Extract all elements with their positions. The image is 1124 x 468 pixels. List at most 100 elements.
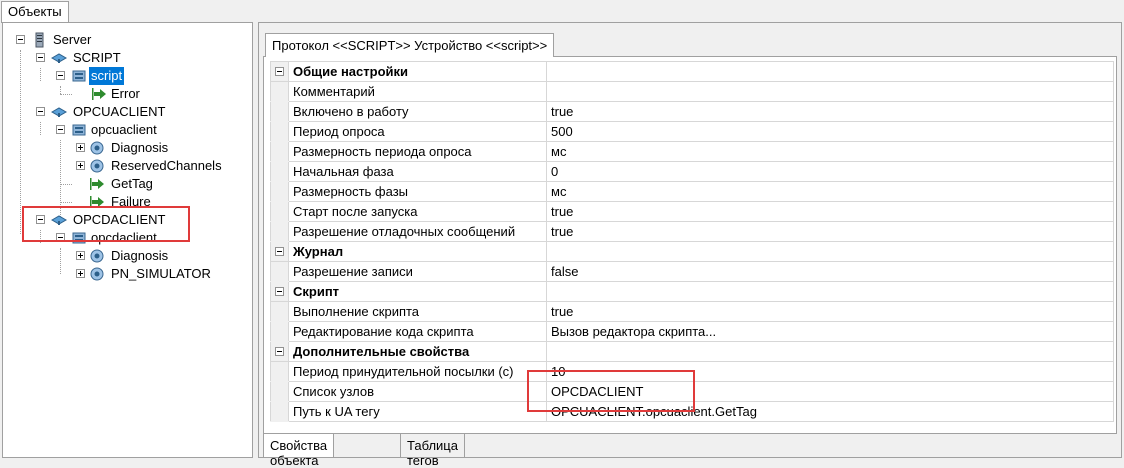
property-value[interactable]: true xyxy=(546,101,1114,122)
property-value[interactable]: Вызов редактора скрипта... xyxy=(546,321,1114,342)
tree-item-tag-gettag[interactable]: GetTag xyxy=(3,175,243,193)
property-grid-container: Общие настройки Комментарий Включено в раб… xyxy=(263,56,1117,434)
row-gutter xyxy=(270,161,289,182)
tree-item-group-reservedchannels[interactable]: ReservedChannels xyxy=(3,157,243,175)
property-value[interactable]: true xyxy=(546,301,1114,322)
property-category-name: Скрипт xyxy=(288,281,547,302)
tree-item-protocol-script[interactable]: SCRIPT xyxy=(3,49,243,67)
row-gutter xyxy=(270,261,289,282)
property-row[interactable]: Путь к UA тегу OPCUACLIENT.opcuaclient.Ge… xyxy=(270,401,1114,422)
tag-arrow-icon xyxy=(90,178,104,190)
property-category-row[interactable]: Дополнительные свойства xyxy=(270,341,1114,362)
tree-item-label: Failure xyxy=(111,194,151,209)
tree-item-label: PN_SIMULATOR xyxy=(111,266,211,281)
collapse-toggle[interactable] xyxy=(275,347,284,356)
tree-item-label: ReservedChannels xyxy=(111,158,222,173)
collapse-toggle[interactable] xyxy=(275,67,284,76)
row-gutter xyxy=(270,301,289,322)
tab-objects[interactable]: Объекты xyxy=(1,1,69,23)
property-row[interactable]: Размерность периода опроса мс xyxy=(270,141,1114,162)
collapse-toggle[interactable] xyxy=(275,247,284,256)
property-value[interactable]: OPCUACLIENT.opcuaclient.GetTag xyxy=(546,401,1114,422)
property-value[interactable]: true xyxy=(546,201,1114,222)
property-category-row[interactable]: Общие настройки xyxy=(270,61,1114,82)
collapse-toggle[interactable] xyxy=(36,107,45,116)
tree-item-label: opcuaclient xyxy=(91,122,157,137)
property-name: Разрешение отладочных сообщений xyxy=(288,221,547,242)
property-value[interactable]: true xyxy=(546,221,1114,242)
tag-arrow-icon xyxy=(90,196,104,208)
row-gutter xyxy=(270,321,289,342)
collapse-toggle[interactable] xyxy=(56,71,65,80)
row-gutter xyxy=(270,241,289,262)
property-row[interactable]: Начальная фаза 0 xyxy=(270,161,1114,182)
property-name: Начальная фаза xyxy=(288,161,547,182)
property-value[interactable]: 500 xyxy=(546,121,1114,142)
tab-protocol-device[interactable]: Протокол <<SCRIPT>> Устройство <<script>… xyxy=(265,33,555,57)
object-tree: Server SCRIPT script Error OPCUACLIENT o… xyxy=(3,23,252,457)
property-value[interactable]: 0 xyxy=(546,161,1114,182)
tree-item-label: OPCDACLIENT xyxy=(73,212,166,227)
property-row[interactable]: Выполнение скрипта true xyxy=(270,301,1114,322)
device-icon xyxy=(72,70,86,82)
property-row[interactable]: Комментарий xyxy=(270,81,1114,102)
tab-tag-table[interactable]: Таблица тегов xyxy=(400,434,465,468)
tree-item-tag-error[interactable]: Error xyxy=(3,85,243,103)
collapse-toggle[interactable] xyxy=(275,287,284,296)
expand-toggle[interactable] xyxy=(76,269,85,278)
expand-toggle[interactable] xyxy=(76,251,85,260)
collapse-toggle[interactable] xyxy=(16,35,25,44)
tree-item-group-diagnosis[interactable]: Diagnosis xyxy=(3,139,243,157)
property-category-row[interactable]: Журнал xyxy=(270,241,1114,262)
tree-item-label: Diagnosis xyxy=(111,248,169,263)
tree-item-server[interactable]: Server xyxy=(3,31,243,49)
property-row[interactable]: Список узлов OPCDACLIENT xyxy=(270,381,1114,402)
tree-item-device-opcuaclient[interactable]: opcuaclient xyxy=(3,121,243,139)
tag-group-icon xyxy=(90,159,104,173)
property-value[interactable]: 10 xyxy=(546,361,1114,382)
collapse-toggle[interactable] xyxy=(56,125,65,134)
property-value xyxy=(546,241,1114,262)
tree-item-group-diagnosis[interactable]: Diagnosis xyxy=(3,247,243,265)
expand-toggle[interactable] xyxy=(76,161,85,170)
property-row[interactable]: Разрешение отладочных сообщений true xyxy=(270,221,1114,242)
expand-toggle[interactable] xyxy=(76,143,85,152)
tab-object-properties[interactable]: Свойства объекта xyxy=(263,434,335,468)
property-row[interactable]: Старт после запуска true xyxy=(270,201,1114,222)
tree-item-protocol-opcdaclient[interactable]: OPCDACLIENT xyxy=(3,211,243,229)
property-row[interactable]: Размерность фазы мс xyxy=(270,181,1114,202)
property-name: Разрешение записи xyxy=(288,261,547,282)
collapse-toggle[interactable] xyxy=(56,233,65,242)
property-row[interactable]: Включено в работу true xyxy=(270,101,1114,122)
tree-item-device-script[interactable]: script xyxy=(3,67,243,85)
property-value[interactable]: мс xyxy=(546,181,1114,202)
tree-item-group-pn-simulator[interactable]: PN_SIMULATOR xyxy=(3,265,243,283)
property-name: Список узлов xyxy=(288,381,547,402)
row-gutter xyxy=(270,81,289,102)
property-row[interactable]: Период принудительной посылки (с) 10 xyxy=(270,361,1114,382)
property-value[interactable]: OPCDACLIENT xyxy=(546,381,1114,402)
property-name: Размерность фазы xyxy=(288,181,547,202)
property-grid: Общие настройки Комментарий Включено в раб… xyxy=(270,61,1114,422)
property-value[interactable]: мс xyxy=(546,141,1114,162)
property-value[interactable] xyxy=(546,81,1114,102)
property-row[interactable]: Период опроса 500 xyxy=(270,121,1114,142)
property-category-row[interactable]: Скрипт xyxy=(270,281,1114,302)
tree-item-protocol-opcuaclient[interactable]: OPCUACLIENT xyxy=(3,103,243,121)
tree-item-device-opcdaclient[interactable]: opcdaclient xyxy=(3,229,243,247)
object-tree-panel: Server SCRIPT script Error OPCUACLIENT o… xyxy=(2,22,253,458)
property-name: Путь к UA тегу xyxy=(288,401,547,422)
collapse-toggle[interactable] xyxy=(36,215,45,224)
row-gutter xyxy=(270,121,289,142)
property-row[interactable]: Редактирование кода скрипта Вызов редакто… xyxy=(270,321,1114,342)
property-value xyxy=(546,281,1114,302)
property-row[interactable]: Разрешение записи false xyxy=(270,261,1114,282)
property-value[interactable]: false xyxy=(546,261,1114,282)
tree-item-tag-failure[interactable]: Failure xyxy=(3,193,243,211)
tag-group-icon xyxy=(90,249,104,263)
protocol-icon xyxy=(51,53,67,63)
tree-item-label: Server xyxy=(53,32,92,47)
collapse-toggle[interactable] xyxy=(36,53,45,62)
row-gutter xyxy=(270,201,289,222)
tree-item-label: Diagnosis xyxy=(111,140,169,155)
